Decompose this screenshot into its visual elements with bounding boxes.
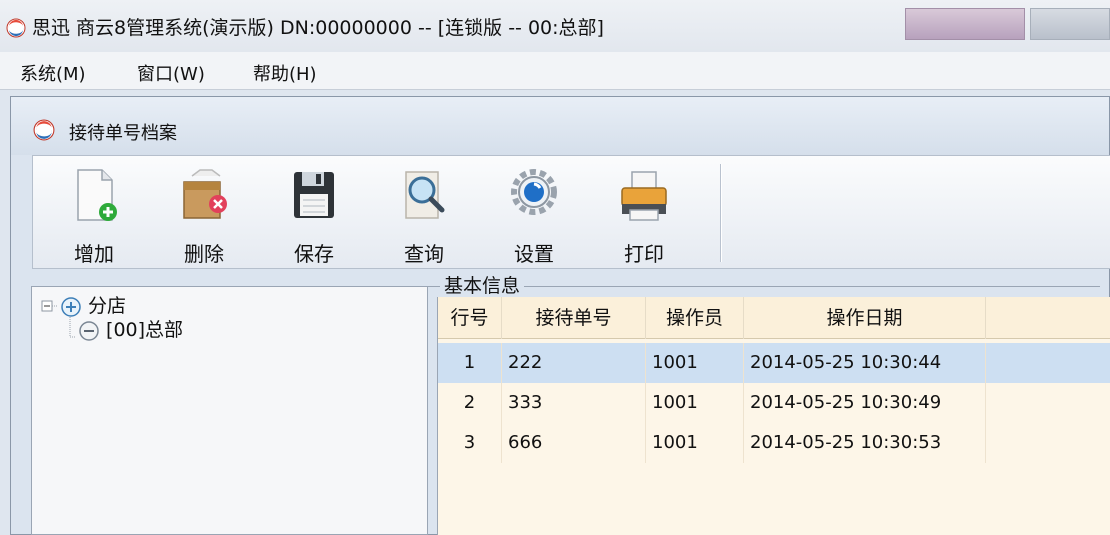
save-button[interactable]: 保存 xyxy=(279,166,349,266)
delete-box-icon xyxy=(183,169,227,219)
title-bar: 思迅 商云8管理系统(演示版) DN:00000000 -- [连锁版 -- 0… xyxy=(0,0,1110,52)
toolbar: 增加 删除 保存 查询 设置 打印 xyxy=(32,155,1110,269)
menu-help[interactable]: 帮助(H) xyxy=(253,60,317,86)
records-grid: 行号 接待单号 操作员 操作日期 1 222 1001 2014-05-25 1… xyxy=(437,297,1110,535)
app-logo-icon xyxy=(6,18,26,38)
add-button-label: 增加 xyxy=(74,242,114,266)
query-button[interactable]: 查询 xyxy=(389,166,459,266)
tree-node-headquarters[interactable]: [00]总部 xyxy=(78,315,183,342)
save-button-label: 保存 xyxy=(294,242,334,266)
gear-icon xyxy=(511,169,557,215)
window-control-button[interactable] xyxy=(1030,8,1110,40)
cell-reception-no: 333 xyxy=(502,383,646,423)
delete-button-label: 删除 xyxy=(184,242,224,266)
table-row[interactable]: 2 333 1001 2014-05-25 10:30:49 xyxy=(438,383,1110,423)
magnifier-icon xyxy=(405,171,445,219)
basic-info-group-title: 基本信息 xyxy=(440,271,525,298)
grid-header: 行号 接待单号 操作员 操作日期 xyxy=(438,297,1110,339)
print-button[interactable]: 打印 xyxy=(609,166,679,266)
printer-icon xyxy=(621,171,667,221)
collapse-icon xyxy=(79,320,99,341)
query-button-label: 查询 xyxy=(404,242,444,266)
table-row[interactable]: 1 222 1001 2014-05-25 10:30:44 xyxy=(438,343,1110,383)
cell-row-no: 3 xyxy=(438,423,502,463)
child-window-titlebar: 接待单号档案 xyxy=(11,97,1109,155)
cell-operator: 1001 xyxy=(646,343,744,383)
new-document-icon xyxy=(77,169,117,221)
window-control-button[interactable] xyxy=(905,8,1025,40)
column-header-operator[interactable]: 操作员 xyxy=(646,297,744,339)
delete-button[interactable]: 删除 xyxy=(169,166,239,266)
cell-operation-date: 2014-05-25 10:30:49 xyxy=(744,383,986,423)
cell-operator: 1001 xyxy=(646,423,744,463)
menu-bar: 系统(M) 窗口(W) 帮助(H) xyxy=(0,52,1110,90)
tree-node-root[interactable]: 分店 xyxy=(60,291,126,318)
cell-row-no: 2 xyxy=(438,383,502,423)
menu-window[interactable]: 窗口(W) xyxy=(137,60,205,86)
toolbar-separator xyxy=(720,164,722,262)
tree-node-root-label: 分店 xyxy=(88,295,127,317)
cell-operator: 1001 xyxy=(646,383,744,423)
column-header-row-no[interactable]: 行号 xyxy=(438,297,502,339)
app-logo-icon xyxy=(33,119,55,141)
column-header-operation-date[interactable]: 操作日期 xyxy=(744,297,986,339)
column-header-reception-no[interactable]: 接待单号 xyxy=(502,297,646,339)
settings-button[interactable]: 设置 xyxy=(499,166,569,266)
window-title: 思迅 商云8管理系统(演示版) DN:00000000 -- [连锁版 -- 0… xyxy=(32,17,604,39)
print-button-label: 打印 xyxy=(624,242,664,266)
cell-operation-date: 2014-05-25 10:30:53 xyxy=(744,423,986,463)
floppy-disk-icon xyxy=(294,172,334,218)
add-button[interactable]: 增加 xyxy=(59,166,129,266)
child-window-title: 接待单号档案 xyxy=(69,123,177,144)
branch-tree: 分店 [00]总部 xyxy=(31,286,428,535)
menu-system[interactable]: 系统(M) xyxy=(20,60,86,86)
tree-node-headquarters-label: [00]总部 xyxy=(106,319,184,341)
cell-reception-no: 222 xyxy=(502,343,646,383)
cell-row-no: 1 xyxy=(438,343,502,383)
settings-button-label: 设置 xyxy=(514,242,554,266)
cell-operation-date: 2014-05-25 10:30:44 xyxy=(744,343,986,383)
cell-reception-no: 666 xyxy=(502,423,646,463)
table-row[interactable]: 3 666 1001 2014-05-25 10:30:53 xyxy=(438,423,1110,463)
